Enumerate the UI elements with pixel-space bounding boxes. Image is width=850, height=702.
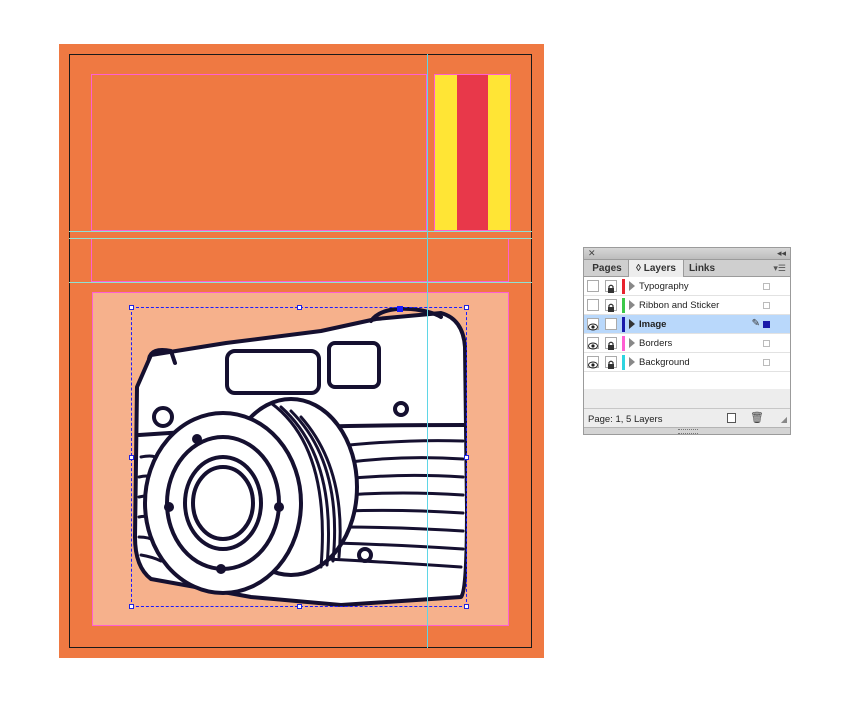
trash-icon[interactable]: 🗑 [750,411,764,424]
tab-layers[interactable]: ◊ Layers [628,260,684,277]
layer-name: Typography [639,281,689,292]
expand-triangle-icon[interactable] [629,357,635,367]
eye-icon[interactable] [587,356,599,369]
selection-bounding-box[interactable] [129,305,469,609]
layer-color-swatch [622,336,625,351]
layers-panel: ✕ ◂◂ Pages ◊ Layers Links ▾☰ Typography … [583,247,791,435]
ribbon-stripe-red [457,75,488,230]
selection-indicator[interactable] [763,340,770,347]
layer-name: Background [639,357,690,368]
handle-middle-right[interactable] [464,455,469,460]
eye-icon[interactable] [587,318,599,331]
expand-triangle-icon[interactable] [629,338,635,348]
visibility-toggle[interactable] [587,299,599,311]
lock-toggle[interactable] [605,318,617,330]
selection-indicator[interactable] [763,321,770,328]
panel-resize-bar[interactable] [584,427,790,434]
content-grabber[interactable] [397,306,403,312]
layer-row-typography[interactable]: Typography [584,277,790,296]
selection-indicator[interactable] [763,302,770,309]
handle-top-middle[interactable] [297,305,302,310]
layer-row-image[interactable]: Image ✎ [584,315,790,334]
selection-indicator[interactable] [763,359,770,366]
double-arrow-icon[interactable]: ◂◂ [777,248,786,259]
guide-horizontal-3[interactable] [69,282,532,283]
panel-title-bar[interactable]: ✕ ◂◂ [584,248,790,260]
guide-horizontal-2[interactable] [69,238,532,239]
layer-color-swatch [622,298,625,313]
ribbon-stripe-yellow-right [488,75,510,230]
lock-icon[interactable] [605,337,617,350]
handle-bottom-left[interactable] [129,604,134,609]
tab-pages[interactable]: Pages [586,260,628,277]
expand-triangle-icon[interactable] [629,319,635,329]
resize-grip-icon[interactable]: ◢ [781,415,787,424]
handle-middle-left[interactable] [129,455,134,460]
layer-row-borders[interactable]: Borders [584,334,790,353]
layer-name: Image [639,319,667,330]
ribbon-stripe-yellow-left [435,75,457,230]
middle-band-frame[interactable] [91,238,509,282]
visibility-toggle[interactable] [587,280,599,292]
eye-icon[interactable] [587,337,599,350]
close-icon[interactable]: ✕ [588,248,596,259]
grip-dots-icon [678,429,698,434]
pen-icon: ✎ [751,318,760,329]
layer-color-swatch [622,279,625,294]
lock-icon[interactable] [605,299,617,312]
selection-indicator[interactable] [763,283,770,290]
layer-row-background[interactable]: Background [584,353,790,372]
layer-name: Ribbon and Sticker [639,300,720,311]
handle-top-right[interactable] [464,305,469,310]
typography-frame[interactable] [91,74,427,231]
lock-icon[interactable] [605,356,617,369]
new-layer-icon[interactable] [727,413,736,423]
tab-links[interactable]: Links [684,260,720,277]
panel-footer: Page: 1, 5 Layers 🗑 ◢ [584,408,790,429]
layer-name: Borders [639,338,673,349]
handle-bottom-right[interactable] [464,604,469,609]
ribbon-sticker[interactable] [434,74,511,231]
handle-top-left[interactable] [129,305,134,310]
layer-color-swatch [622,355,625,370]
lock-icon[interactable] [605,280,617,293]
layer-color-swatch [622,317,625,332]
layer-count-status: Page: 1, 5 Layers [588,414,663,425]
expand-triangle-icon[interactable] [629,281,635,291]
expand-triangle-icon[interactable] [629,300,635,310]
panel-tabs: Pages ◊ Layers Links ▾☰ [584,260,790,277]
panel-menu-icon[interactable]: ▾☰ [773,263,786,274]
layers-list: Typography Ribbon and Sticker Image ✎ Bo… [584,277,790,389]
handle-bottom-middle[interactable] [297,604,302,609]
guide-horizontal-1[interactable] [69,231,532,232]
layer-row-ribbon-and-sticker[interactable]: Ribbon and Sticker [584,296,790,315]
